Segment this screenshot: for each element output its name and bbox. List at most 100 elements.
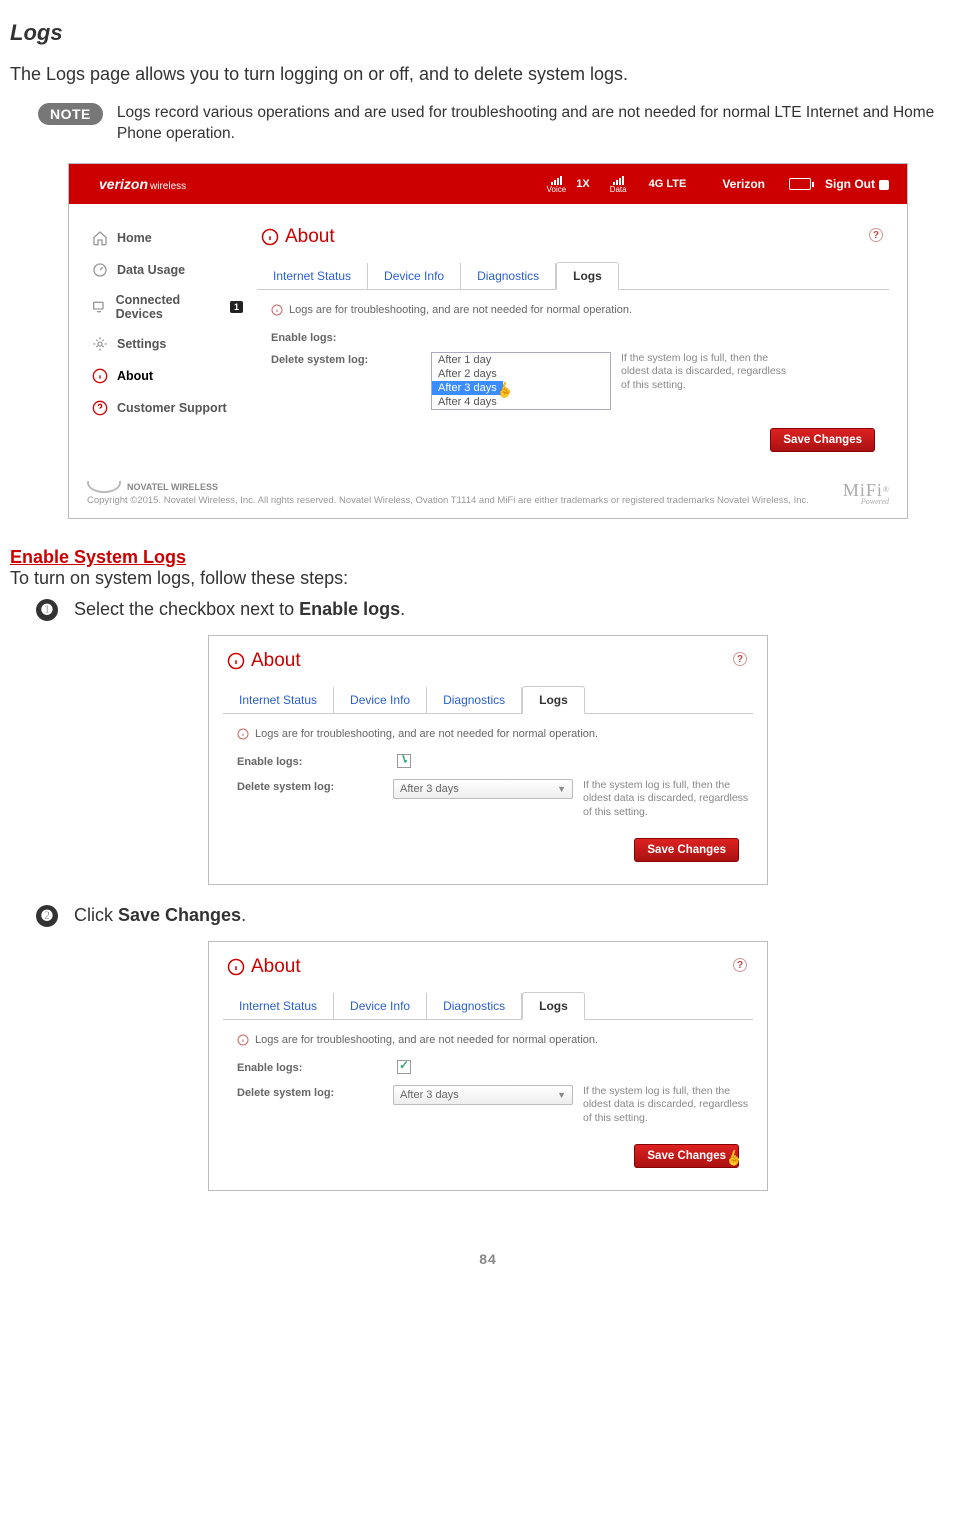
enable-logs-label: Enable logs: (271, 330, 431, 344)
screenshot-full-window: verizonwireless Voice 1X Data 4G LTE Ver… (68, 163, 908, 519)
info-message: Logs are for troubleshooting, and are no… (271, 304, 889, 316)
delete-log-label: Delete system log: (237, 1085, 393, 1099)
delete-log-hint: If the system log is full, then the olde… (583, 779, 753, 820)
sidebar-item-home[interactable]: Home (87, 222, 247, 254)
tab-row: Internet Status Device Info Diagnostics … (223, 686, 753, 714)
note-text: Logs record various operations and are u… (117, 103, 947, 145)
tab-diagnostics[interactable]: Diagnostics (427, 687, 522, 713)
header-bar: verizonwireless Voice 1X Data 4G LTE Ver… (69, 164, 907, 204)
tab-internet-status[interactable]: Internet Status (223, 687, 334, 713)
info-icon (271, 304, 283, 316)
novatel-logo: NOVATEL WIRELESS (87, 481, 809, 493)
page-title: Logs (10, 20, 966, 46)
tab-logs[interactable]: Logs (522, 992, 585, 1020)
about-heading: About (227, 650, 733, 672)
about-heading: About (227, 956, 733, 978)
carrier-label: Verizon (722, 177, 765, 191)
delete-log-dropdown[interactable]: After 3 days▼ (393, 1085, 573, 1105)
help-icon[interactable]: ? (733, 958, 747, 972)
delete-log-hint: If the system log is full, then the olde… (583, 1085, 753, 1126)
enable-logs-row: Enable logs: (237, 754, 753, 771)
signal-voice-icon: Voice (547, 174, 567, 194)
note-block: NOTE Logs record various operations and … (38, 103, 966, 145)
delete-log-dropdown-open[interactable]: After 1 day After 2 days After 3 days Af… (431, 352, 611, 410)
verizon-logo: verizonwireless (99, 176, 186, 192)
tab-row: Internet Status Device Info Diagnostics … (257, 262, 889, 290)
delete-log-hint: If the system log is full, then the olde… (621, 352, 791, 393)
delete-log-row: Delete system log: After 3 days▼ If the … (237, 1085, 753, 1126)
info-icon (237, 1034, 249, 1046)
info-message: Logs are for troubleshooting, and are no… (237, 1034, 753, 1046)
delete-log-row: Delete system log: After 3 days▼ If the … (237, 779, 753, 820)
enable-logs-label: Enable logs: (237, 1060, 397, 1074)
enable-logs-checkbox[interactable] (397, 754, 411, 768)
help-icon[interactable]: ? (733, 652, 747, 666)
enable-system-logs-heading: Enable System Logs (10, 547, 966, 568)
sign-out-link[interactable]: Sign Out (825, 177, 889, 191)
dropdown-option[interactable]: After 1 day (432, 353, 610, 367)
dropdown-option-selected[interactable]: After 3 days (432, 381, 503, 395)
sidebar-item-support[interactable]: Customer Support (87, 392, 247, 424)
sign-out-icon (879, 180, 889, 190)
info-message: Logs are for troubleshooting, and are no… (237, 728, 753, 740)
tab-logs[interactable]: Logs (522, 686, 585, 714)
delete-log-row: Delete system log: After 1 day After 2 d… (271, 352, 889, 410)
network-type-label: 4G LTE (649, 178, 687, 190)
save-changes-button[interactable]: Save Changes (634, 1144, 739, 1168)
tab-diagnostics[interactable]: Diagnostics (427, 993, 522, 1019)
sidebar-item-data-usage[interactable]: Data Usage (87, 254, 247, 286)
chevron-down-icon: ▼ (557, 1090, 566, 1100)
save-changes-button[interactable]: Save Changes (634, 838, 739, 862)
tab-internet-status[interactable]: Internet Status (223, 993, 334, 1019)
dropdown-option[interactable]: After 2 days (432, 367, 610, 381)
delete-log-dropdown[interactable]: After 3 days▼ (393, 779, 573, 799)
connected-count-badge: 1 (230, 301, 243, 313)
tab-logs[interactable]: Logs (556, 262, 619, 290)
step-2: ➋ Click Save Changes. (36, 905, 966, 927)
tab-internet-status[interactable]: Internet Status (257, 263, 368, 289)
screenshot-save-changes: ? About Internet Status Device Info Diag… (208, 941, 768, 1191)
enable-system-logs-intro: To turn on system logs, follow these ste… (10, 568, 966, 589)
page-intro: The Logs page allows you to turn logging… (10, 64, 966, 85)
sidebar-item-label: Connected Devices (116, 293, 222, 321)
battery-icon (789, 178, 811, 190)
tab-diagnostics[interactable]: Diagnostics (461, 263, 556, 289)
enable-logs-checkbox[interactable] (397, 1060, 411, 1074)
sidebar-item-label: Data Usage (117, 263, 185, 277)
sidebar: Home Data Usage Connected Devices 1 Sett… (87, 222, 247, 462)
delete-log-label: Delete system log: (237, 779, 393, 793)
step-1-text: Select the checkbox next to Enable logs. (74, 599, 405, 620)
tab-row: Internet Status Device Info Diagnostics … (223, 992, 753, 1020)
save-changes-button[interactable]: Save Changes (770, 428, 875, 452)
sidebar-item-about[interactable]: About (87, 360, 247, 392)
tab-device-info[interactable]: Device Info (334, 687, 427, 713)
dropdown-option[interactable]: After 4 days (432, 395, 610, 409)
voice-network-label: 1X (576, 178, 589, 190)
step-number-icon: ➋ (36, 905, 58, 927)
chevron-down-icon: ▼ (557, 784, 566, 794)
screenshot-enable-checkbox: ? About Internet Status Device Info Diag… (208, 635, 768, 885)
help-icon[interactable]: ? (869, 228, 883, 242)
step-1: ➊ Select the checkbox next to Enable log… (36, 599, 966, 621)
sidebar-item-label: Home (117, 231, 152, 245)
question-icon (91, 399, 109, 417)
sidebar-item-settings[interactable]: Settings (87, 328, 247, 360)
copyright-text: Copyright ©2015. Novatel Wireless, Inc. … (87, 495, 809, 506)
sidebar-item-label: About (117, 369, 153, 383)
footer: NOVATEL WIRELESS Copyright ©2015. Novate… (69, 472, 907, 518)
info-icon (237, 728, 249, 740)
sidebar-item-connected-devices[interactable]: Connected Devices 1 (87, 286, 247, 328)
delete-log-label: Delete system log: (271, 352, 431, 366)
step-number-icon: ➊ (36, 599, 58, 621)
tab-device-info[interactable]: Device Info (334, 993, 427, 1019)
about-heading: About (261, 226, 869, 248)
info-icon (91, 367, 109, 385)
page-number: 84 (10, 1251, 966, 1267)
devices-icon (91, 298, 108, 316)
enable-logs-label: Enable logs: (237, 754, 397, 768)
mifi-logo: MiFi® Powered (843, 480, 889, 506)
gear-icon (91, 335, 109, 353)
enable-logs-row: Enable logs: (271, 330, 889, 344)
tab-device-info[interactable]: Device Info (368, 263, 461, 289)
note-badge: NOTE (38, 103, 103, 125)
